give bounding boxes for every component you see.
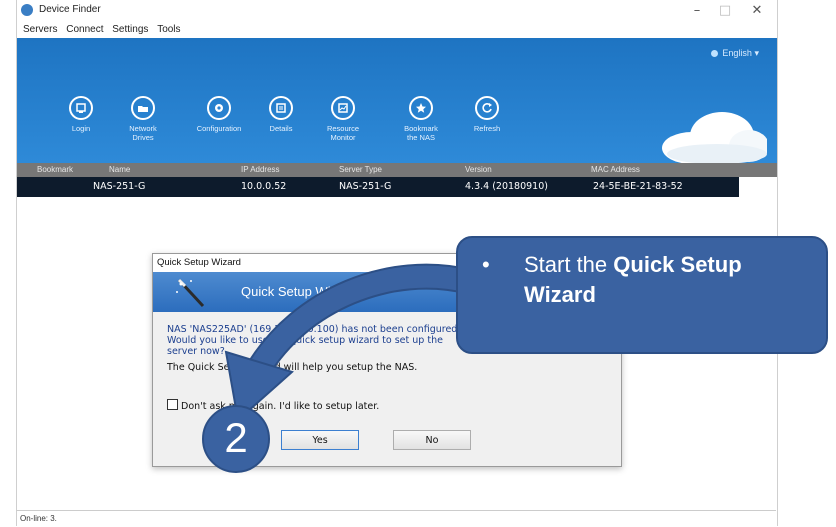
callout-bullet: • (482, 252, 490, 277)
wand-icon (176, 278, 205, 308)
refresh-button[interactable]: Refresh (457, 96, 517, 133)
menu-bar: Servers Connect Settings Tools (17, 22, 777, 38)
network-drives-button[interactable]: Network Drives (113, 96, 173, 142)
status-bar: On-line: 3. (16, 510, 776, 527)
menu-connect[interactable]: Connect (66, 22, 103, 38)
refresh-icon (475, 96, 499, 120)
app-icon (21, 4, 33, 16)
column-ip[interactable]: IP Address (241, 165, 280, 174)
configuration-icon (207, 96, 231, 120)
callout-text: Start the Quick Setup Wizard (524, 250, 814, 310)
yes-button[interactable]: Yes (281, 430, 359, 450)
column-mac[interactable]: MAC Address (591, 165, 640, 174)
language-label: English (722, 48, 752, 58)
tool-label: Resource Monitor (326, 124, 360, 142)
table-header: Bookmark Name IP Address Server Type Ver… (17, 163, 777, 177)
no-button[interactable]: No (393, 430, 471, 450)
tool-label: Details (269, 124, 293, 133)
details-button[interactable]: Details (251, 96, 311, 133)
login-button[interactable]: Login (51, 96, 111, 133)
callout-prefix: Start the (524, 252, 614, 277)
column-server-type[interactable]: Server Type (339, 165, 382, 174)
table-row[interactable]: NAS-251-G 10.0.0.52 NAS-251-G 4.3.4 (201… (17, 177, 739, 197)
tool-label: Login (71, 124, 91, 133)
configuration-button[interactable]: Configuration (189, 96, 249, 133)
tool-label: Configuration (196, 124, 242, 133)
menu-settings[interactable]: Settings (112, 22, 148, 38)
menu-tools[interactable]: Tools (157, 22, 180, 38)
cell-name: NAS-251-G (93, 181, 146, 192)
dialog-header-text: Quick Setup Wizard (241, 284, 356, 299)
globe-icon (711, 50, 719, 57)
checkbox-label: Don't ask me again. I'd like to setup la… (181, 401, 380, 412)
cell-version: 4.3.4 (20180910) (465, 181, 548, 192)
chevron-down-icon: ▾ (754, 48, 759, 58)
checkbox-box[interactable] (167, 399, 178, 410)
minimize-button[interactable]: – (683, 2, 711, 20)
maximize-button[interactable]: □ (711, 2, 739, 20)
instruction-callout: • Start the Quick Setup Wizard (456, 236, 828, 354)
resource-monitor-icon (331, 96, 355, 120)
resource-monitor-button[interactable]: Resource Monitor (313, 96, 373, 142)
step-number-badge: 2 (202, 405, 270, 473)
bookmark-icon (409, 96, 433, 120)
column-bookmark[interactable]: Bookmark (37, 165, 73, 174)
language-selector[interactable]: English ▾ (711, 48, 759, 59)
dont-ask-checkbox[interactable]: Don't ask me again. I'd like to setup la… (167, 399, 379, 412)
cell-server-type: NAS-251-G (339, 181, 392, 192)
cell-mac: 24-5E-BE-21-83-52 (593, 181, 683, 192)
menu-servers[interactable]: Servers (23, 22, 57, 38)
column-name[interactable]: Name (109, 165, 130, 174)
window-title: Device Finder (39, 4, 101, 15)
dialog-message: NAS 'NAS225AD' (169.254.100.100) has not… (167, 324, 461, 357)
status-text: On-line: 3. (20, 514, 57, 523)
tool-label: Refresh (473, 124, 501, 133)
login-icon (69, 96, 93, 120)
toolbar-banner: English ▾ Login Network Drives Configura… (17, 38, 777, 163)
cell-ip: 10.0.0.52 (241, 181, 287, 192)
tool-label: Bookmark the NAS (404, 124, 438, 142)
tool-label: Network Drives (129, 124, 157, 142)
title-bar: Device Finder – □ ✕ (17, 0, 777, 22)
bookmark-nas-button[interactable]: Bookmark the NAS (391, 96, 451, 142)
column-version[interactable]: Version (465, 165, 492, 174)
close-button[interactable]: ✕ (743, 2, 771, 20)
details-icon (269, 96, 293, 120)
cloud-icon (662, 112, 767, 163)
dialog-help-text: The Quick Setup Wizard will help you set… (167, 362, 418, 373)
network-drives-icon (131, 96, 155, 120)
